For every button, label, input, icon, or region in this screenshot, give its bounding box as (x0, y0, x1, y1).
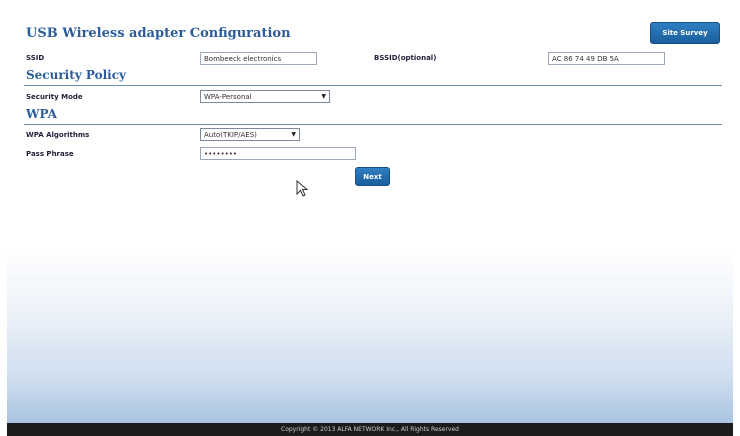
next-button[interactable]: Next (355, 167, 390, 186)
pass-phrase-input[interactable]: •••••••• (200, 147, 356, 160)
section-divider (24, 85, 722, 86)
wpa-heading: WPA (26, 107, 57, 121)
ssid-input[interactable]: Bombeeck electronics (200, 52, 317, 65)
security-mode-value: WPA-Personal (204, 93, 252, 101)
browser-viewport: USB Wireless adapter Configuration Site … (0, 0, 740, 436)
bssid-label: BSSID(optional) (374, 54, 437, 62)
page-title: USB Wireless adapter Configuration (26, 26, 291, 41)
ssid-label: SSID (26, 54, 45, 62)
pass-phrase-label: Pass Phrase (26, 150, 74, 158)
wpa-algorithms-select[interactable]: Auto(TKIP/AES) ▼ (200, 128, 300, 141)
chevron-down-icon: ▼ (291, 131, 296, 138)
security-policy-heading: Security Policy (26, 68, 127, 82)
wpa-algorithms-label: WPA Algorithms (26, 131, 90, 139)
site-survey-button[interactable]: Site Survey (650, 22, 720, 44)
chevron-down-icon: ▼ (321, 93, 326, 100)
wpa-algorithms-value: Auto(TKIP/AES) (204, 131, 257, 139)
bssid-input[interactable]: AC 86 74 49 DB 5A (548, 52, 665, 65)
mouse-pointer-icon (296, 180, 309, 197)
footer-copyright: Copyright © 2013 ALFA NETWORK Inc., All … (7, 423, 733, 436)
section-divider (24, 124, 722, 125)
security-mode-select[interactable]: WPA-Personal ▼ (200, 90, 330, 103)
security-mode-label: Security Mode (26, 93, 83, 101)
